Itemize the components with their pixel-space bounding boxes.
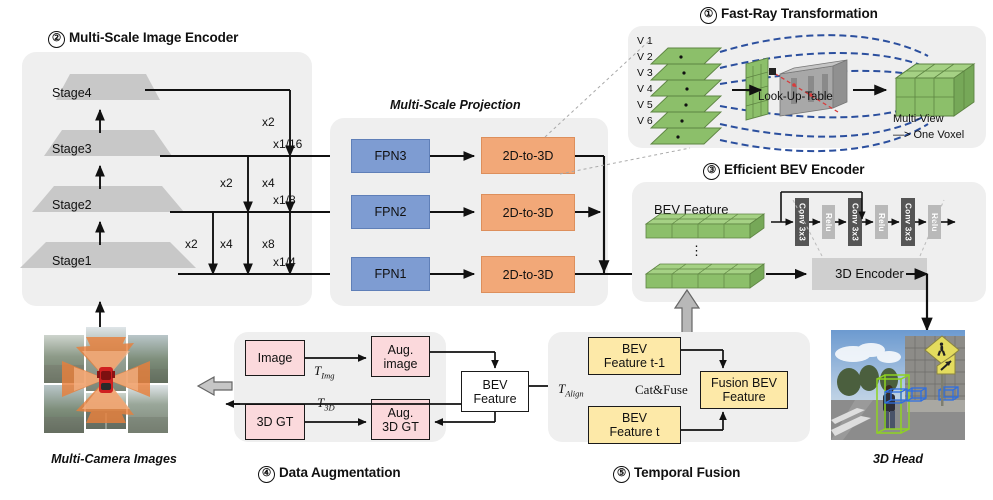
multi-camera-caption: Multi-Camera Images xyxy=(51,452,177,466)
aug-to-camera-arrow xyxy=(196,375,233,397)
3d-head-caption: 3D Head xyxy=(872,452,924,466)
multi-camera-images xyxy=(24,325,204,443)
3d-head-image xyxy=(831,330,965,440)
